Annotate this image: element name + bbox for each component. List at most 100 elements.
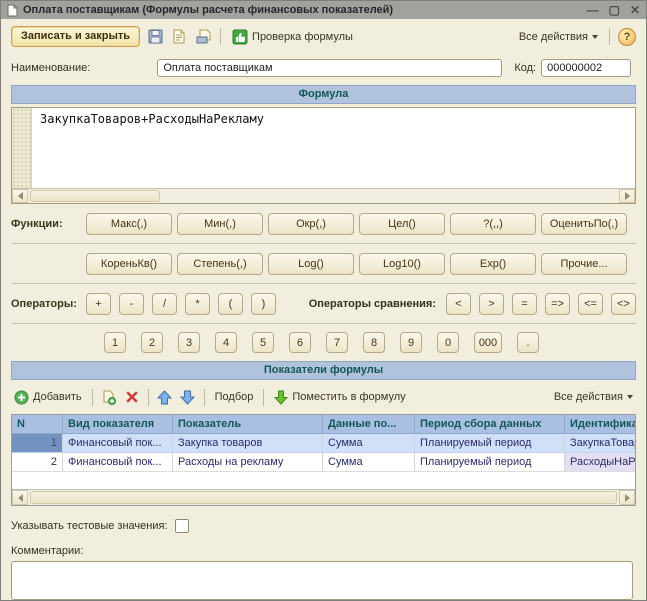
operator-close-paren-button[interactable]: ) [251,293,276,315]
column-header-period[interactable]: Период сбора данных [414,415,564,433]
column-header-indicator[interactable]: Показатель [172,415,322,433]
place-in-formula-button[interactable]: Поместить в формулу [271,388,408,407]
scroll-right-button[interactable] [619,189,635,203]
copy-row-icon[interactable] [100,388,118,406]
operator-eq-button[interactable]: = [512,293,537,315]
triangle-right-icon [625,494,630,502]
code-input[interactable] [541,59,631,77]
operator-ne-button[interactable]: <> [611,293,636,315]
separator [11,323,636,324]
scrollbar-track[interactable] [160,189,619,203]
scroll-left-button[interactable] [12,490,28,505]
operator-divide-button[interactable]: / [152,293,177,315]
digit-6-button[interactable]: 6 [289,332,311,353]
test-values-label: Указывать тестовые значения: [11,520,167,532]
function-sqrt-button[interactable]: КореньКв() [86,253,172,275]
reread-document-icon[interactable] [170,28,188,46]
scroll-right-button[interactable] [619,490,635,505]
column-header-kind[interactable]: Вид показателя [62,415,172,433]
decimal-point-button[interactable]: . [517,332,539,353]
digit-9-button[interactable]: 9 [400,332,422,353]
operator-multiply-button[interactable]: * [185,293,210,315]
function-if-button[interactable]: ?(,,) [450,213,536,235]
table-row[interactable]: 1 Финансовый пок... Закупка товаров Сумм… [12,434,635,453]
indicator-cell: Расходы на рекламу [172,453,322,471]
indicators-all-actions-button[interactable]: Все действия [551,389,636,405]
all-actions-button[interactable]: Все действия [516,29,601,45]
function-exp-button[interactable]: Exp() [450,253,536,275]
scrollbar-thumb[interactable] [30,491,617,504]
function-other-button[interactable]: Прочие... [541,253,627,275]
digit-7-button[interactable]: 7 [326,332,348,353]
minimize-button[interactable]: — [587,5,599,15]
operator-ge-button[interactable]: => [545,293,570,315]
table-row[interactable]: 2 Финансовый пок... Расходы на рекламу С… [12,453,635,472]
digit-4-button[interactable]: 4 [215,332,237,353]
scroll-left-button[interactable] [12,189,28,203]
toolbar-separator [204,389,205,406]
toolbar-separator [220,28,221,45]
formula-editor-area[interactable]: ЗакупкаТоваров+РасходыНаРекламу [12,108,635,188]
save-and-close-button[interactable]: Записать и закрыть [11,26,140,47]
formula-section-header: Формула [11,85,636,104]
column-header-n[interactable]: N [12,415,62,433]
digit-8-button[interactable]: 8 [363,332,385,353]
function-log10-button[interactable]: Log10() [359,253,445,275]
chevron-down-icon [592,35,598,39]
maximize-button[interactable]: ▢ [609,5,620,15]
identifier-cell: РасходыНаРекламу [564,453,635,471]
digit-2-button[interactable]: 2 [141,332,163,353]
functions-label: Функции: [11,218,86,230]
formula-editor[interactable]: ЗакупкаТоваров+РасходыНаРекламу [11,107,636,204]
triangle-right-icon [625,192,630,200]
digit-3-button[interactable]: 3 [178,332,200,353]
operator-gt-button[interactable]: > [479,293,504,315]
digit-1-button[interactable]: 1 [104,332,126,353]
function-min-button[interactable]: Мин(,) [177,213,263,235]
check-formula-button[interactable]: Проверка формулы [229,27,356,47]
column-header-data[interactable]: Данные по... [322,415,414,433]
comments-label: Комментарии: [11,545,636,557]
period-cell: Планируемый период [414,434,564,452]
name-input[interactable] [157,59,502,77]
delete-row-icon[interactable] [123,388,141,406]
operator-plus-button[interactable]: + [86,293,111,315]
table-horizontal-scrollbar[interactable] [12,489,635,505]
test-values-checkbox[interactable] [175,519,189,533]
add-label: Добавить [33,391,82,403]
operator-open-paren-button[interactable]: ( [218,293,243,315]
move-up-icon[interactable] [156,388,174,406]
function-int-button[interactable]: Цел() [359,213,445,235]
move-down-icon[interactable] [179,388,197,406]
add-button[interactable]: Добавить [11,388,85,407]
window-title: Оплата поставщикам (Формулы расчета фина… [23,4,582,16]
chevron-down-icon [627,395,633,399]
copy-document-icon[interactable] [194,28,212,46]
digit-0-button[interactable]: 0 [437,332,459,353]
close-button[interactable]: ✕ [630,5,640,15]
comments-input[interactable] [11,561,633,600]
function-log-button[interactable]: Log() [268,253,354,275]
separator [11,283,636,284]
column-header-identifier[interactable]: Идентификатор [564,415,635,433]
editor-horizontal-scrollbar[interactable] [12,188,635,203]
indicators-all-actions-label: Все действия [554,391,623,403]
operator-minus-button[interactable]: - [119,293,144,315]
operator-lt-button[interactable]: < [446,293,471,315]
function-round-button[interactable]: Окр(,) [268,213,354,235]
thumbs-up-icon [232,29,248,45]
operator-le-button[interactable]: <= [578,293,603,315]
help-button[interactable]: ? [618,28,636,46]
scrollbar-thumb[interactable] [30,190,160,202]
digit-000-button[interactable]: 000 [474,332,502,353]
save-icon[interactable] [146,28,164,46]
function-evaluate-button[interactable]: ОценитьПо(,) [541,213,627,235]
function-pow-button[interactable]: Степень(,) [177,253,263,275]
window-controls: — ▢ ✕ [587,5,640,15]
function-max-button[interactable]: Макс(,) [86,213,172,235]
formula-text[interactable]: ЗакупкаТоваров+РасходыНаРекламу [32,108,272,188]
app-window: Оплата поставщикам (Формулы расчета фина… [0,0,647,601]
digit-5-button[interactable]: 5 [252,332,274,353]
pick-button[interactable]: Подбор [212,389,257,405]
functions-row-2: КореньКв() Степень(,) Log() Log10() Exp(… [11,253,636,275]
